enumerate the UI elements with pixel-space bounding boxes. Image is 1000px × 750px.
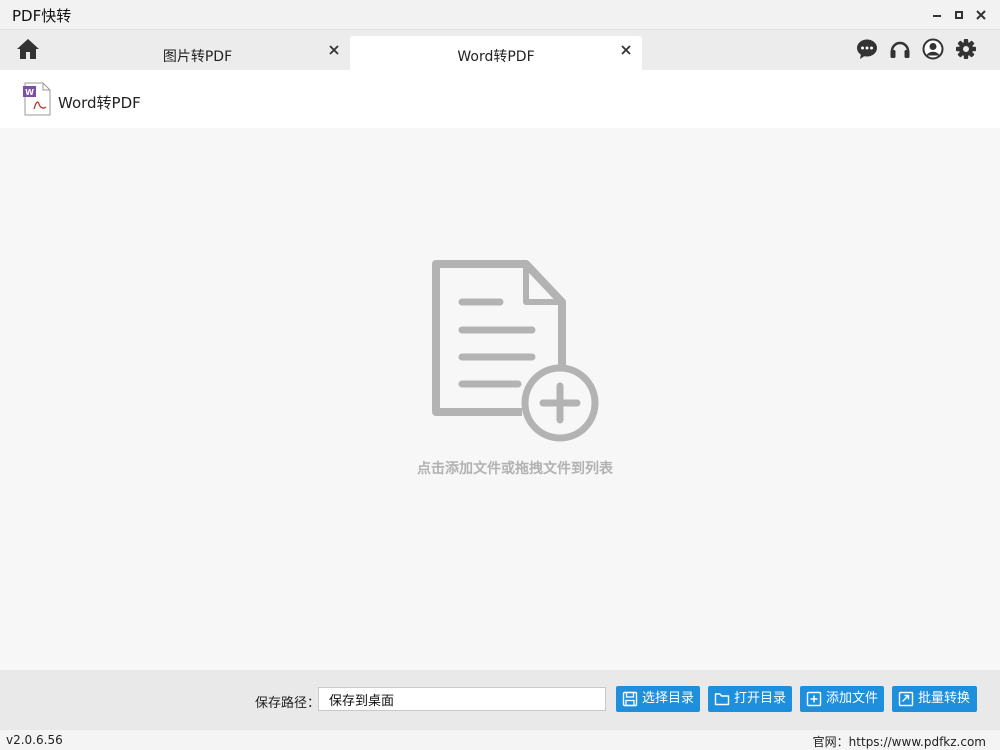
chat-icon[interactable] [856, 38, 878, 60]
batch-convert-button[interactable]: 批量转换 [892, 686, 977, 712]
svg-text:W: W [25, 88, 34, 97]
open-directory-label: 打开目录 [734, 691, 787, 706]
website-link[interactable]: 官网：https://www.pdfkz.com [813, 733, 986, 750]
batch-convert-label: 批量转换 [918, 691, 971, 706]
add-file-button[interactable]: 添加文件 [800, 686, 884, 712]
open-directory-button[interactable]: 打开目录 [708, 686, 792, 712]
close-icon [976, 10, 986, 20]
app-title: PDF快转 [12, 7, 72, 25]
tab-close-button[interactable] [326, 41, 342, 59]
home-icon[interactable] [16, 38, 40, 60]
close-icon [621, 45, 631, 55]
tab-image-to-pdf[interactable]: 图片转PDF [45, 36, 350, 70]
file-drop-area[interactable]: 点击添加文件或拖拽文件到列表 [0, 128, 1000, 670]
tab-bar: 图片转PDF Word转PDF [0, 30, 1000, 70]
drop-hint-text[interactable]: 点击添加文件或拖拽文件到列表 [300, 458, 730, 478]
save-icon [622, 691, 638, 707]
page-header: W Word转PDF [0, 70, 1000, 128]
maximize-button[interactable] [948, 4, 970, 26]
folder-icon [714, 693, 730, 706]
status-bar: v2.0.6.56 官网：https://www.pdfkz.com [0, 730, 1000, 750]
tab-label: 图片转PDF [162, 49, 233, 65]
save-path-input[interactable] [318, 687, 606, 711]
gear-icon[interactable] [955, 38, 977, 60]
headset-icon[interactable] [889, 38, 911, 60]
tab-label: Word转PDF [457, 49, 535, 65]
minimize-button[interactable] [926, 4, 948, 26]
close-icon [329, 45, 339, 55]
page-title: Word转PDF [58, 94, 141, 112]
add-file-icon [806, 691, 822, 707]
convert-icon [898, 691, 914, 707]
maximize-icon [955, 11, 963, 19]
bottom-toolbar: 保存路径： 选择目录 打开目录 添加文件 批量转换 [0, 670, 1000, 730]
word-to-pdf-icon: W [23, 82, 51, 116]
tab-word-to-pdf[interactable]: Word转PDF [350, 36, 642, 70]
user-icon[interactable] [922, 38, 944, 60]
select-directory-button[interactable]: 选择目录 [616, 686, 700, 712]
add-document-icon[interactable] [428, 258, 604, 444]
close-window-button[interactable] [970, 4, 992, 26]
title-bar: PDF快转 [0, 0, 1000, 30]
select-directory-label: 选择目录 [642, 691, 695, 706]
save-path-label: 保存路径： [255, 696, 321, 711]
minimize-icon [933, 15, 941, 17]
tab-close-button[interactable] [618, 41, 634, 59]
version-text: v2.0.6.56 [6, 733, 63, 747]
add-file-label: 添加文件 [826, 691, 879, 706]
